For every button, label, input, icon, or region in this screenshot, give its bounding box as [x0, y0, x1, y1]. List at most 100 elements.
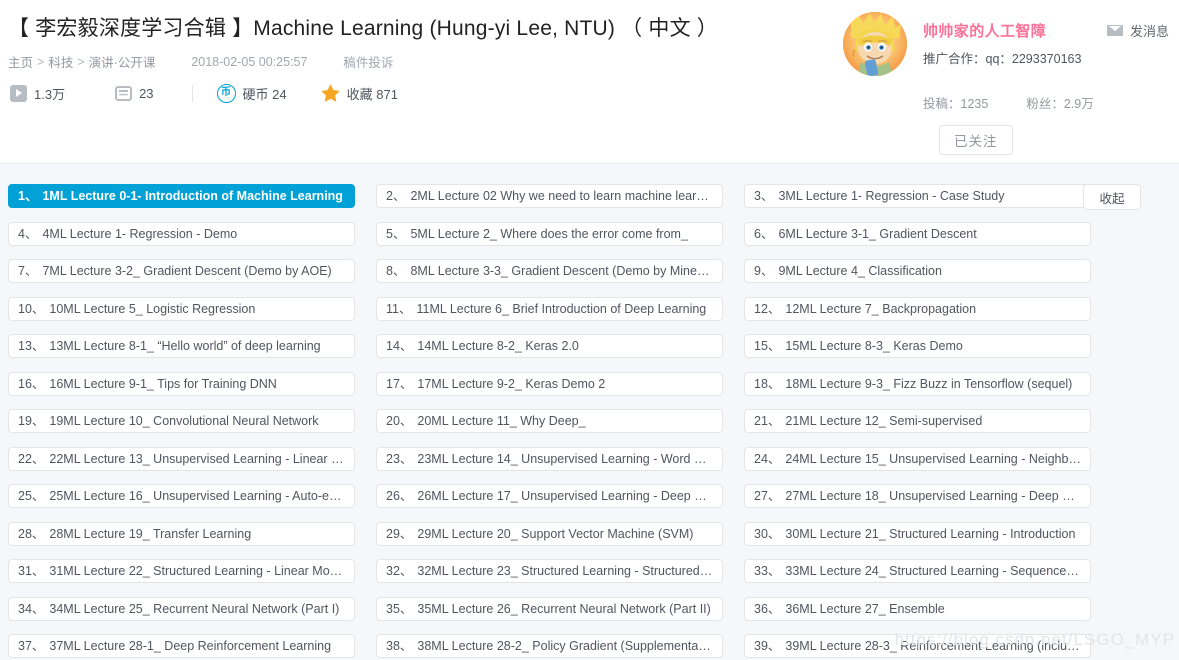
divider: [191, 85, 193, 102]
episode-panel: 1、 1ML Lecture 0-1- Introduction of Machi…: [0, 163, 1179, 660]
episode-item[interactable]: 14、 14ML Lecture 8-2_ Keras 2.0: [376, 334, 723, 358]
episode-item[interactable]: 33、 33ML Lecture 24_ Structured Learning …: [744, 559, 1091, 583]
uploader-name[interactable]: 帅帅家的人工智障: [923, 20, 1046, 41]
episode-grid: 1、 1ML Lecture 0-1- Introduction of Machi…: [8, 184, 1091, 658]
episode-title: 15ML Lecture 8-3_ Keras Demo: [785, 339, 963, 353]
uploader-counts: 投稿：1235 粉丝：2.9万: [923, 93, 1094, 112]
episode-item[interactable]: 5、 5ML Lecture 2_ Where does the error co…: [376, 221, 723, 246]
episode-item[interactable]: 19、 19ML Lecture 10_ Convolutional Neural…: [8, 409, 355, 433]
danmaku-icon: [115, 86, 133, 101]
episode-index: 30、: [754, 526, 781, 541]
episode-item[interactable]: 34、 34ML Lecture 25_ Recurrent Neural Net…: [8, 596, 355, 621]
episode-item[interactable]: 2、 2ML Lecture 02 Why we need to learn ma…: [376, 184, 723, 208]
episode-item[interactable]: 36、 36ML Lecture 27_ Ensemble: [744, 596, 1091, 621]
episode-item[interactable]: 29、 29ML Lecture 20_ Support Vector Machi…: [376, 521, 723, 546]
video-stats: 1.3万 23 币 硬币 24 收藏 871: [10, 84, 398, 103]
episode-item[interactable]: 23、 23ML Lecture 14_ Unsupervised Learnin…: [376, 446, 723, 471]
episode-list-wrapper: 1、 1ML Lecture 0-1- Introduction of Machi…: [8, 184, 1171, 658]
episode-index: 36、: [754, 601, 781, 616]
episode-item[interactable]: 16、 16ML Lecture 9-1_ Tips for Training D…: [8, 371, 355, 396]
episode-item[interactable]: 32、 32ML Lecture 23_ Structured Learning …: [376, 559, 723, 583]
episode-index: 3、: [754, 189, 774, 203]
stat-coin[interactable]: 币 硬币 24: [216, 84, 287, 103]
episode-index: 6、: [754, 226, 774, 241]
avatar[interactable]: [843, 12, 907, 76]
episode-index: 17、: [386, 376, 413, 391]
episode-index: 15、: [754, 339, 781, 353]
episode-item[interactable]: 8、 8ML Lecture 3-3_ Gradient Descent (Dem…: [376, 259, 723, 283]
episode-title: 26ML Lecture 17_ Unsupervised Learning -…: [417, 489, 713, 503]
episode-item[interactable]: 22、 22ML Lecture 13_ Unsupervised Learnin…: [8, 446, 355, 471]
episode-title: 2ML Lecture 02 Why we need to learn mach…: [410, 189, 713, 203]
episode-item[interactable]: 9、 9ML Lecture 4_ Classification: [744, 259, 1091, 283]
episode-item[interactable]: 39、 39ML Lecture 28-3_ Reinforcement Lear…: [744, 634, 1091, 658]
episode-item[interactable]: 28、 28ML Lecture 19_ Transfer Learning: [8, 521, 355, 546]
episode-item[interactable]: 11、 11ML Lecture 6_ Brief Introduction of…: [376, 296, 723, 321]
follow-button[interactable]: 已关注: [939, 125, 1013, 155]
report-link[interactable]: 稿件投诉: [343, 52, 393, 71]
episode-item[interactable]: 24、 24ML Lecture 15_ Unsupervised Learnin…: [744, 446, 1091, 471]
episode-index: 5、: [386, 226, 406, 241]
episode-title: 10ML Lecture 5_ Logistic Regression: [49, 301, 256, 316]
episode-index: 12、: [754, 301, 781, 316]
episode-item[interactable]: 31、 31ML Lecture 22_ Structured Learning …: [8, 559, 355, 583]
episode-item[interactable]: 38、 38ML Lecture 28-2_ Policy Gradient (S…: [376, 634, 723, 658]
episode-item[interactable]: 4、 4ML Lecture 1- Regression - Demo: [8, 221, 355, 246]
episode-title: 37ML Lecture 28-1_ Deep Reinforcement Le…: [49, 639, 332, 653]
collapse-button[interactable]: 收起: [1083, 184, 1141, 210]
episode-title: 29ML Lecture 20_ Support Vector Machine …: [417, 526, 694, 541]
episode-item[interactable]: 27、 27ML Lecture 18_ Unsupervised Learnin…: [744, 484, 1091, 508]
episode-item[interactable]: 18、 18ML Lecture 9-3_ Fizz Buzz in Tensor…: [744, 371, 1091, 396]
episode-index: 37、: [18, 639, 45, 653]
episode-index: 14、: [386, 339, 413, 353]
episode-title: 12ML Lecture 7_ Backpropagation: [785, 301, 977, 316]
stat-favorite[interactable]: 收藏 871: [321, 84, 398, 103]
episode-title: 19ML Lecture 10_ Convolutional Neural Ne…: [49, 414, 319, 428]
episode-title: 3ML Lecture 1- Regression - Case Study: [778, 189, 1005, 203]
episode-item[interactable]: 13、 13ML Lecture 8-1_ “Hello world” of de…: [8, 334, 355, 358]
episode-title: 28ML Lecture 19_ Transfer Learning: [49, 526, 252, 541]
episode-title: 1ML Lecture 0-1- Introduction of Machine…: [42, 189, 343, 203]
episode-index: 23、: [386, 451, 413, 466]
episode-title: 39ML Lecture 28-3_ Reinforcement Learnin…: [785, 639, 1081, 653]
episode-title: 13ML Lecture 8-1_ “Hello world” of deep …: [49, 339, 321, 353]
episode-item[interactable]: 1、 1ML Lecture 0-1- Introduction of Machi…: [8, 184, 355, 208]
episode-index: 2、: [386, 189, 406, 203]
episode-item[interactable]: 6、 6ML Lecture 3-1_ Gradient Descent: [744, 221, 1091, 246]
page-title: 【 李宏毅深度学习合辑 】Machine Learning (Hung-yi L…: [8, 17, 718, 40]
episode-item[interactable]: 20、 20ML Lecture 11_ Why Deep_: [376, 409, 723, 433]
episode-index: 26、: [386, 489, 413, 503]
episode-item[interactable]: 10、 10ML Lecture 5_ Logistic Regression: [8, 296, 355, 321]
breadcrumb-item-tech[interactable]: 科技: [48, 52, 73, 71]
breadcrumb-item-home[interactable]: 主页: [8, 52, 33, 71]
episode-item[interactable]: 25、 25ML Lecture 16_ Unsupervised Learnin…: [8, 484, 355, 508]
episode-title: 23ML Lecture 14_ Unsupervised Learning -…: [417, 451, 713, 466]
episode-item[interactable]: 37、 37ML Lecture 28-1_ Deep Reinforcement…: [8, 634, 355, 658]
episode-item[interactable]: 7、 7ML Lecture 3-2_ Gradient Descent (Dem…: [8, 259, 355, 283]
views-count: 1.3万: [34, 87, 66, 102]
breadcrumb-item-lecture[interactable]: 演讲·公开课: [89, 52, 156, 71]
episode-item[interactable]: 12、 12ML Lecture 7_ Backpropagation: [744, 296, 1091, 321]
episode-index: 32、: [386, 564, 413, 578]
episode-item[interactable]: 17、 17ML Lecture 9-2_ Keras Demo 2: [376, 371, 723, 396]
episode-index: 39、: [754, 639, 781, 653]
send-message-button[interactable]: 发消息: [1106, 21, 1169, 40]
episode-item[interactable]: 35、 35ML Lecture 26_ Recurrent Neural Net…: [376, 596, 723, 621]
episode-item[interactable]: 30、 30ML Lecture 21_ Structured Learning …: [744, 521, 1091, 546]
episode-title: 20ML Lecture 11_ Why Deep_: [417, 414, 586, 428]
episode-index: 1、: [18, 189, 38, 203]
send-message-label: 发消息: [1129, 24, 1169, 39]
episode-item[interactable]: 15、 15ML Lecture 8-3_ Keras Demo: [744, 334, 1091, 358]
episode-title: 8ML Lecture 3-3_ Gradient Descent (Demo …: [410, 264, 713, 278]
episode-item[interactable]: 26、 26ML Lecture 17_ Unsupervised Learnin…: [376, 484, 723, 508]
coin-icon: 币: [216, 84, 236, 103]
video-header: 【 李宏毅深度学习合辑 】Machine Learning (Hung-yi L…: [0, 0, 1179, 163]
episode-index: 33、: [754, 564, 781, 578]
episode-title: 7ML Lecture 3-2_ Gradient Descent (Demo …: [42, 264, 332, 278]
episode-index: 10、: [18, 301, 45, 316]
envelope-icon: [1106, 25, 1123, 36]
episode-item[interactable]: 21、 21ML Lecture 12_ Semi-supervised: [744, 409, 1091, 433]
episode-item[interactable]: 3、 3ML Lecture 1- Regression - Case Study: [744, 184, 1091, 208]
episode-index: 19、: [18, 414, 45, 428]
episode-title: 32ML Lecture 23_ Structured Learning - S…: [417, 564, 713, 578]
